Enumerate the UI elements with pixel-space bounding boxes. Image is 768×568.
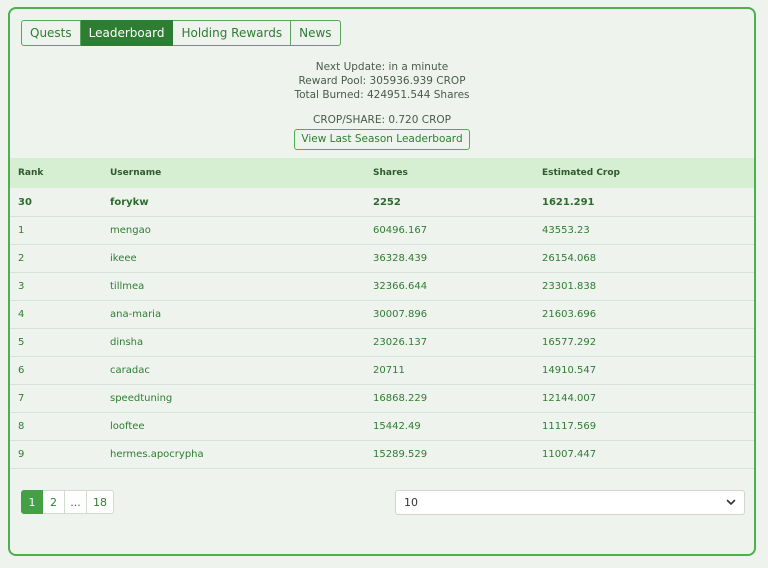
rank-cell: 5 [10, 328, 110, 357]
shares-cell: 30007.896 [373, 300, 542, 329]
table-row: 1 mengao 60496.167 43553.23 [10, 216, 754, 245]
shares-cell: 60496.167 [373, 216, 542, 245]
estimated-crop-cell: 14910.547 [542, 356, 754, 385]
rank-cell: 3 [10, 272, 110, 301]
leaderboard-card: Quests Leaderboard Holding Rewards News … [8, 7, 756, 556]
table-header-row: Rank Username Shares Estimated Crop [10, 158, 754, 188]
username-cell: speedtuning [110, 384, 373, 413]
page-1-button[interactable]: 1 [21, 490, 43, 514]
shares-cell: 36328.439 [373, 244, 542, 273]
current-user-row: 30 forykw 2252 1621.291 [10, 188, 754, 217]
season-info: Next Update: in a minute Reward Pool: 30… [10, 60, 754, 150]
rank-cell: 2 [10, 244, 110, 273]
header-rank[interactable]: Rank [10, 158, 110, 188]
rank-cell: 7 [10, 384, 110, 413]
tab-holding-rewards[interactable]: Holding Rewards [173, 20, 292, 46]
page-2-button[interactable]: 2 [43, 490, 65, 514]
table-row: 7 speedtuning 16868.229 12144.007 [10, 384, 754, 413]
shares-cell: 2252 [373, 188, 542, 217]
table-row: 3 tillmea 32366.644 23301.838 [10, 272, 754, 301]
rank-cell: 30 [10, 188, 110, 217]
next-update-text: Next Update: in a minute [315, 61, 449, 73]
leaderboard-table: Rank Username Shares Estimated Crop 30 f… [10, 158, 754, 469]
estimated-crop-cell: 11117.569 [542, 412, 754, 441]
rank-cell: 8 [10, 412, 110, 441]
pagination: 1 2 ... 18 [21, 490, 114, 514]
tab-bar: Quests Leaderboard Holding Rewards News [21, 20, 341, 46]
username-cell: ikeee [110, 244, 373, 273]
estimated-crop-cell: 21603.696 [542, 300, 754, 329]
shares-cell: 16868.229 [373, 384, 542, 413]
table-row: 8 looftee 15442.49 11117.569 [10, 412, 754, 441]
page-18-button[interactable]: 18 [87, 490, 114, 514]
estimated-crop-cell: 26154.068 [542, 244, 754, 273]
table-row: 6 caradac 20711 14910.547 [10, 356, 754, 385]
total-burned-text: Total Burned: 424951.544 Shares [294, 89, 470, 101]
username-cell: forykw [110, 188, 373, 217]
estimated-crop-cell: 1621.291 [542, 188, 754, 217]
crop-per-share-text: CROP/SHARE: 0.720 CROP [313, 114, 451, 126]
header-username[interactable]: Username [110, 158, 373, 188]
estimated-crop-cell: 12144.007 [542, 384, 754, 413]
rank-cell: 6 [10, 356, 110, 385]
header-estimated-crop[interactable]: Estimated Crop [542, 158, 754, 188]
rank-cell: 4 [10, 300, 110, 329]
rank-cell: 1 [10, 216, 110, 245]
shares-cell: 32366.644 [373, 272, 542, 301]
page-ellipsis: ... [65, 490, 87, 514]
username-cell: ana-maria [110, 300, 373, 329]
shares-cell: 20711 [373, 356, 542, 385]
reward-pool-text: Reward Pool: 305936.939 CROP [298, 75, 466, 87]
page-size-value: 10 [404, 496, 418, 509]
username-cell: mengao [110, 216, 373, 245]
shares-cell: 15442.49 [373, 412, 542, 441]
username-cell: tillmea [110, 272, 373, 301]
header-shares[interactable]: Shares [373, 158, 542, 188]
username-cell: looftee [110, 412, 373, 441]
shares-cell: 15289.529 [373, 440, 542, 469]
chevron-down-icon [726, 491, 736, 523]
rank-cell: 9 [10, 440, 110, 469]
table-row: 2 ikeee 36328.439 26154.068 [10, 244, 754, 273]
page-size-select[interactable]: 10 [395, 490, 745, 515]
tab-leaderboard[interactable]: Leaderboard [80, 20, 174, 46]
estimated-crop-cell: 11007.447 [542, 440, 754, 469]
shares-cell: 23026.137 [373, 328, 542, 357]
table-row: 5 dinsha 23026.137 16577.292 [10, 328, 754, 357]
tab-quests[interactable]: Quests [21, 20, 81, 46]
username-cell: dinsha [110, 328, 373, 357]
tab-news[interactable]: News [291, 20, 341, 46]
table-row: 4 ana-maria 30007.896 21603.696 [10, 300, 754, 329]
estimated-crop-cell: 43553.23 [542, 216, 754, 245]
table-row: 9 hermes.apocrypha 15289.529 11007.447 [10, 440, 754, 469]
estimated-crop-cell: 23301.838 [542, 272, 754, 301]
estimated-crop-cell: 16577.292 [542, 328, 754, 357]
username-cell: caradac [110, 356, 373, 385]
view-last-season-button[interactable]: View Last Season Leaderboard [294, 129, 470, 150]
username-cell: hermes.apocrypha [110, 440, 373, 469]
